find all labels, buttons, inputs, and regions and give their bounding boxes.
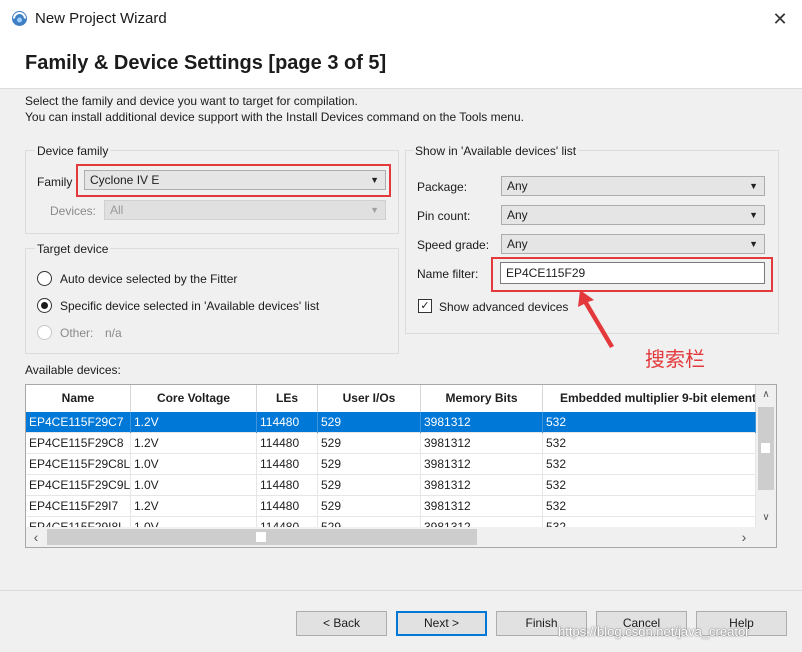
other-device-value: n/a — [105, 326, 122, 340]
chevron-down-icon: ▼ — [749, 239, 758, 249]
window-title: New Project Wizard — [35, 10, 167, 27]
scroll-grip — [761, 443, 770, 453]
column-header[interactable]: User I/Os — [318, 385, 421, 412]
devices-select-value: All — [110, 203, 124, 217]
table-cell: EP4CE115F29I7 — [26, 496, 131, 517]
pin-count-select[interactable]: Any ▼ — [501, 205, 765, 225]
page-title: Family & Device Settings [page 3 of 5] — [25, 52, 387, 74]
table-cell: 529 — [318, 433, 421, 454]
vertical-scrollbar[interactable]: ∧ ∨ — [756, 385, 776, 528]
table-header: Name Core Voltage LEs User I/Os Memory B… — [26, 385, 756, 413]
horizontal-scrollbar[interactable]: ‹ › — [26, 527, 776, 547]
table-cell: 529 — [318, 412, 421, 433]
speed-grade-select-value: Any — [507, 237, 528, 251]
family-select-value: Cyclone IV E — [90, 173, 160, 187]
table-row[interactable]: EP4CE115F29C8L 1.0V 114480 529 3981312 532 — [26, 454, 756, 475]
table-cell: 3981312 — [421, 475, 543, 496]
description-line-1: Select the family and device you want to… — [25, 94, 358, 108]
table-row[interactable]: EP4CE115F29C7 1.2V 114480 529 3981312 532 — [26, 412, 756, 433]
radio-auto-device[interactable] — [37, 271, 52, 286]
chevron-down-icon: ▼ — [749, 210, 758, 220]
radio-specific-device-label: Specific device selected in 'Available d… — [60, 299, 320, 313]
table-cell: 532 — [543, 454, 756, 475]
table-cell: EP4CE115F29C8L — [26, 454, 131, 475]
table-cell: 529 — [318, 454, 421, 475]
column-header[interactable]: Name — [26, 385, 131, 412]
available-devices-label: Available devices: — [25, 363, 121, 377]
table-cell: 3981312 — [421, 433, 543, 454]
table-cell: 532 — [543, 475, 756, 496]
table-cell: 532 — [543, 433, 756, 454]
table-cell: 114480 — [257, 496, 318, 517]
scroll-right-icon[interactable]: › — [734, 527, 754, 547]
pin-count-label: Pin count: — [417, 209, 471, 223]
table-cell: EP4CE115F29C9L — [26, 475, 131, 496]
chevron-down-icon: ▼ — [749, 181, 758, 191]
table-cell: 1.0V — [131, 475, 257, 496]
table-cell: 529 — [318, 496, 421, 517]
watermark: https://blog.csdn.net/java_creator — [558, 624, 750, 639]
radio-auto-device-label: Auto device selected by the Fitter — [60, 272, 238, 286]
table-cell: EP4CE115F29C8 — [26, 433, 131, 454]
table-cell: 3981312 — [421, 454, 543, 475]
column-header[interactable]: Embedded multiplier 9-bit elements — [543, 385, 756, 412]
name-filter-input[interactable]: EP4CE115F29 — [500, 262, 765, 284]
family-select[interactable]: Cyclone IV E ▼ — [84, 170, 386, 190]
table-cell: 114480 — [257, 475, 318, 496]
family-label: Family — [37, 175, 73, 189]
close-icon[interactable]: ✕ — [766, 6, 794, 32]
table-cell: 1.2V — [131, 496, 257, 517]
radio-other-device[interactable] — [37, 325, 52, 340]
column-header[interactable]: Memory Bits — [421, 385, 543, 412]
radio-specific-device[interactable] — [37, 298, 52, 313]
package-select-value: Any — [507, 179, 528, 193]
column-header[interactable]: Core Voltage — [131, 385, 257, 412]
table-row[interactable]: EP4CE115F29I7 1.2V 114480 529 3981312 532 — [26, 496, 756, 517]
table-cell: 114480 — [257, 433, 318, 454]
description-line-2: You can install additional device suppor… — [25, 110, 524, 124]
table-cell: 532 — [543, 412, 756, 433]
table-cell: 532 — [543, 496, 756, 517]
speed-grade-label: Speed grade: — [417, 238, 490, 252]
package-select[interactable]: Any ▼ — [501, 176, 765, 196]
devices-select[interactable]: All ▼ — [104, 200, 386, 220]
table-row[interactable]: EP4CE115F29C9L 1.0V 114480 529 3981312 532 — [26, 475, 756, 496]
table-cell: 1.2V — [131, 433, 257, 454]
scroll-down-icon[interactable]: ∨ — [756, 508, 776, 528]
name-filter-value: EP4CE115F29 — [506, 266, 586, 280]
footer-divider — [0, 590, 802, 591]
back-button[interactable]: < Back — [296, 611, 387, 636]
column-header[interactable]: LEs — [257, 385, 318, 412]
next-button[interactable]: Next > — [396, 611, 487, 636]
name-filter-label: Name filter: — [417, 267, 479, 281]
table-cell: 114480 — [257, 412, 318, 433]
table-cell: EP4CE115F29C7 — [26, 412, 131, 433]
table-row[interactable]: EP4CE115F29C8 1.2V 114480 529 3981312 532 — [26, 433, 756, 454]
radio-other-device-label: Other: — [60, 326, 94, 340]
show-advanced-checkbox[interactable]: ✓ — [418, 299, 432, 313]
table-cell: 3981312 — [421, 496, 543, 517]
app-icon — [12, 11, 27, 26]
scroll-left-icon[interactable]: ‹ — [26, 527, 46, 547]
scroll-up-icon[interactable]: ∧ — [756, 385, 776, 405]
speed-grade-select[interactable]: Any ▼ — [501, 234, 765, 254]
annotation-label: 搜索栏 — [645, 347, 705, 371]
filters-group-label: Show in 'Available devices' list — [413, 144, 579, 158]
pin-count-select-value: Any — [507, 208, 528, 222]
chevron-down-icon: ▼ — [370, 205, 379, 215]
target-device-group-label: Target device — [35, 242, 111, 256]
devices-label: Devices: — [50, 204, 97, 218]
table-cell: 1.0V — [131, 454, 257, 475]
package-label: Package: — [417, 180, 468, 194]
table-cell: 1.2V — [131, 412, 257, 433]
table-cell: 529 — [318, 475, 421, 496]
show-advanced-label: Show advanced devices — [439, 300, 569, 314]
chevron-down-icon: ▼ — [370, 175, 379, 185]
annotation-arrow — [578, 290, 614, 348]
table-cell: 114480 — [257, 454, 318, 475]
device-family-group-label: Device family — [35, 144, 111, 158]
table-cell: 3981312 — [421, 412, 543, 433]
available-devices-table[interactable]: Name Core Voltage LEs User I/Os Memory B… — [25, 384, 777, 548]
scroll-grip — [256, 532, 266, 542]
